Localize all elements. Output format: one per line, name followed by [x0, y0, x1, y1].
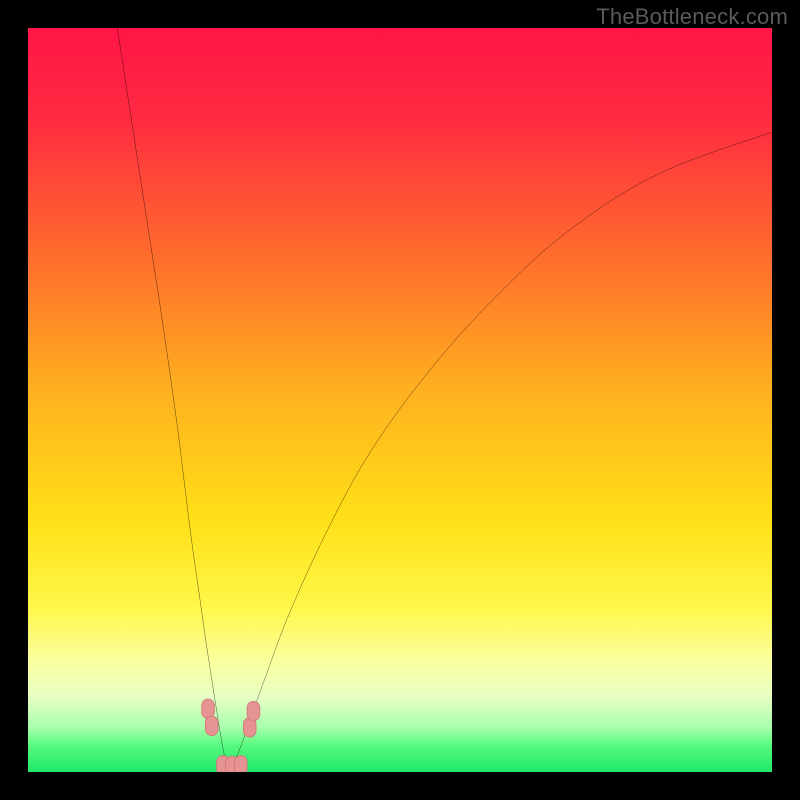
data-marker — [205, 716, 218, 735]
data-marker — [202, 699, 215, 718]
watermark-text: TheBottleneck.com — [596, 4, 788, 30]
chart-frame: TheBottleneck.com — [0, 0, 800, 800]
curve-layer — [28, 28, 772, 772]
curve-left-branch — [117, 28, 229, 772]
data-marker — [247, 701, 260, 720]
curve-right-branch — [229, 132, 772, 772]
plot-area — [28, 28, 772, 772]
data-marker — [234, 756, 247, 772]
